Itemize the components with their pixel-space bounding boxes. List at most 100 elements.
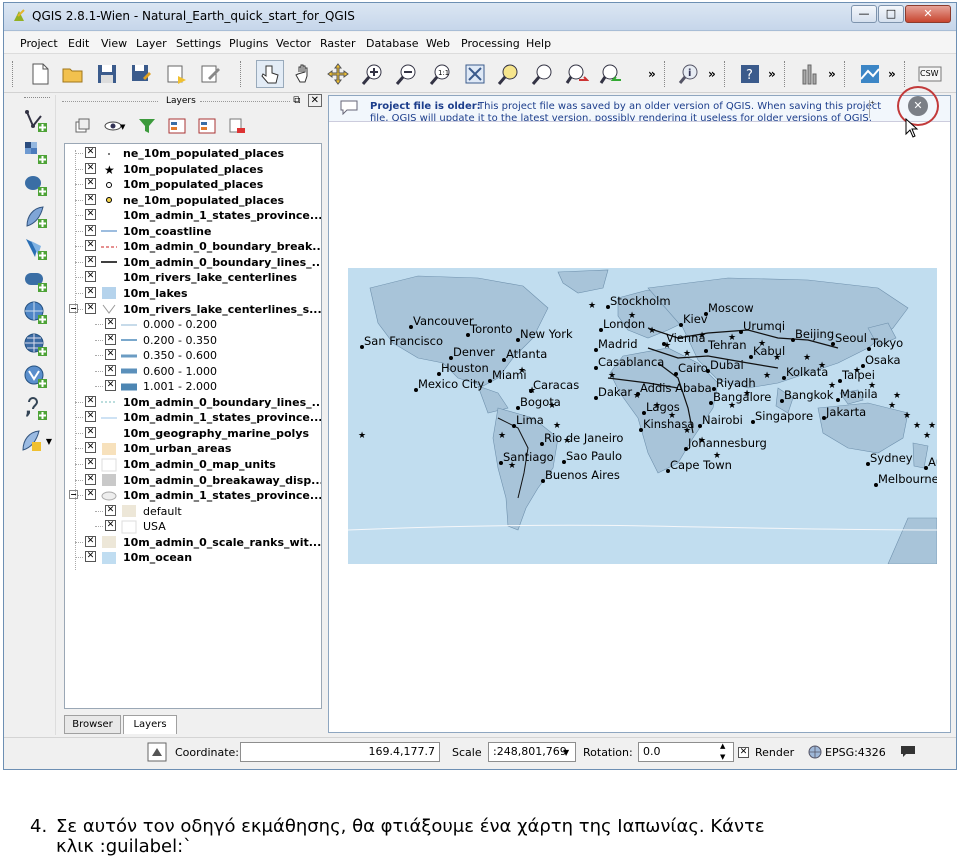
- zoom-full-icon[interactable]: [461, 60, 489, 88]
- crs-label[interactable]: EPSG:4326: [825, 746, 886, 759]
- layer-visibility-checkbox[interactable]: ✕: [85, 442, 96, 454]
- toolbar-grip[interactable]: [12, 61, 15, 87]
- layer-visibility-checkbox[interactable]: ✕: [85, 458, 96, 469]
- layer-row[interactable]: ✕ 10m_coastline: [65, 224, 321, 239]
- layer-row[interactable]: ✕ ne_10m_populated_places: [65, 146, 321, 161]
- legend-class-row[interactable]: ✕ 0.600 - 1.000: [65, 364, 321, 379]
- close-panel-button[interactable]: ✕: [307, 94, 322, 107]
- remove-layer-icon[interactable]: [228, 117, 246, 135]
- zoom-to-selection-icon[interactable]: [495, 60, 523, 88]
- menu-database[interactable]: Database: [366, 37, 419, 50]
- add-wfs-layer-icon[interactable]: [22, 363, 50, 391]
- touch-zoom-pan-icon[interactable]: [256, 60, 284, 88]
- composer-manager-icon[interactable]: [196, 60, 224, 88]
- layer-visibility-checkbox[interactable]: ✕: [85, 162, 96, 174]
- new-shapefile-layer-icon[interactable]: ▼: [16, 427, 56, 455]
- layer-visibility-checkbox[interactable]: ✕: [85, 224, 96, 236]
- add-oracle-layer-icon[interactable]: [22, 267, 50, 295]
- add-delimited-text-layer-icon[interactable]: ,: [22, 395, 50, 423]
- menu-project[interactable]: Project: [20, 37, 58, 50]
- layer-row[interactable]: − ✕ 10m_rivers_lake_centerlines_s...: [65, 302, 321, 317]
- messages-icon[interactable]: [900, 745, 916, 759]
- measure-icon[interactable]: [796, 60, 824, 88]
- csw-icon[interactable]: CSW: [916, 60, 944, 88]
- layer-visibility-checkbox[interactable]: ✕: [85, 395, 96, 407]
- toolbar-overflow-chevron[interactable]: »: [888, 67, 896, 81]
- layer-visibility-checkbox[interactable]: ✕: [85, 551, 96, 563]
- new-project-icon[interactable]: [26, 60, 54, 88]
- minimize-button[interactable]: —: [851, 5, 877, 23]
- tab-layers[interactable]: Layers: [123, 715, 177, 734]
- layer-visibility-checkbox[interactable]: ✕: [85, 473, 96, 485]
- help-icon[interactable]: ?: [736, 60, 764, 88]
- save-project-icon[interactable]: [93, 60, 121, 88]
- zoom-out-icon[interactable]: [393, 60, 421, 88]
- save-as-icon[interactable]: [127, 60, 155, 88]
- add-spatialite-layer-icon[interactable]: [22, 203, 50, 231]
- zoom-last-icon[interactable]: [563, 60, 591, 88]
- zoom-next-icon[interactable]: [597, 60, 625, 88]
- layer-visibility-checkbox[interactable]: ✕: [85, 426, 96, 438]
- add-raster-layer-icon[interactable]: [22, 139, 50, 167]
- layer-row[interactable]: ✕ 10m_admin_1_states_province...: [65, 410, 321, 425]
- identify-features-icon[interactable]: i: [676, 60, 704, 88]
- message-bar-menu[interactable]: ⁺: [869, 100, 883, 118]
- layer-row[interactable]: ✕ 10m_admin_0_map_units: [65, 457, 321, 472]
- filter-legend-icon[interactable]: [138, 117, 156, 135]
- layer-row[interactable]: ✕ 10m_rivers_lake_centerlines: [65, 270, 321, 285]
- georeferencer-icon[interactable]: [856, 60, 884, 88]
- layer-visibility-checkbox[interactable]: ✕: [105, 520, 116, 532]
- toolbar-overflow-chevron[interactable]: »: [768, 67, 776, 81]
- coordinate-field[interactable]: 169.4,177.7: [240, 742, 440, 762]
- menu-processing[interactable]: Processing: [461, 37, 520, 50]
- spin-up-icon[interactable]: ▲: [720, 742, 725, 750]
- toolbar-overflow-chevron[interactable]: »: [708, 67, 716, 81]
- layer-visibility-checkbox[interactable]: ✕: [105, 318, 116, 330]
- pan-to-selection-icon[interactable]: [324, 60, 352, 88]
- layer-row[interactable]: ✕ 10m_admin_0_boundary_lines_...: [65, 255, 321, 270]
- legend-class-row[interactable]: ✕ 0.200 - 0.350: [65, 333, 321, 348]
- layer-row[interactable]: ✕ ★ 10m_populated_places: [65, 162, 321, 177]
- open-project-icon[interactable]: [59, 60, 87, 88]
- layer-visibility-checkbox[interactable]: ✕: [105, 380, 116, 392]
- layer-row[interactable]: ✕ 10m_admin_0_scale_ranks_wit...: [65, 535, 321, 550]
- zoom-in-icon[interactable]: [359, 60, 387, 88]
- map-canvas[interactable]: Project file is older: This project file…: [328, 95, 951, 733]
- layer-visibility-checkbox[interactable]: ✕: [105, 504, 116, 516]
- layer-visibility-checkbox[interactable]: ✕: [85, 271, 96, 283]
- collapse-all-icon[interactable]: [198, 117, 216, 135]
- menu-settings[interactable]: Settings: [176, 37, 221, 50]
- toolbar-grip[interactable]: [784, 61, 787, 87]
- add-postgis-layer-icon[interactable]: [22, 171, 50, 199]
- legend-class-row[interactable]: ✕ 1.001 - 2.000: [65, 379, 321, 394]
- add-vector-layer-icon[interactable]: [22, 107, 50, 135]
- tab-browser[interactable]: Browser: [64, 715, 121, 734]
- chevron-down-icon[interactable]: ▼: [563, 748, 569, 757]
- close-window-button[interactable]: ✕: [905, 5, 951, 23]
- toolbar-grip[interactable]: [724, 61, 727, 87]
- toolbar-grip[interactable]: [904, 61, 907, 87]
- layer-row[interactable]: ✕ 10m_admin_1_states_province...: [65, 208, 321, 223]
- legend-class-row[interactable]: ✕ USA: [65, 519, 321, 534]
- new-print-composer-icon[interactable]: [162, 60, 190, 88]
- layer-visibility-checkbox[interactable]: ✕: [85, 209, 96, 221]
- legend-class-row[interactable]: ✕ 0.000 - 0.200: [65, 317, 321, 332]
- menu-layer[interactable]: Layer: [136, 37, 167, 50]
- zoom-native-icon[interactable]: 1:1: [427, 60, 455, 88]
- menu-vector[interactable]: Vector: [276, 37, 311, 50]
- maximize-button[interactable]: □: [878, 5, 904, 23]
- toolbar-overflow-chevron[interactable]: »: [828, 67, 836, 81]
- layer-visibility-checkbox[interactable]: ✕: [105, 364, 116, 376]
- toggle-extents-icon[interactable]: [147, 742, 167, 762]
- zoom-to-layer-icon[interactable]: [529, 60, 557, 88]
- layer-visibility-checkbox[interactable]: ✕: [85, 240, 96, 252]
- menu-view[interactable]: View: [101, 37, 127, 50]
- layer-visibility-checkbox[interactable]: ✕: [85, 147, 96, 158]
- menu-web[interactable]: Web: [426, 37, 450, 50]
- layer-visibility-checkbox[interactable]: ✕: [85, 286, 96, 298]
- layer-row[interactable]: ✕ 10m_admin_0_boundary_break...: [65, 239, 321, 254]
- layer-row[interactable]: ✕ 10m_urban_areas: [65, 441, 321, 456]
- menu-edit[interactable]: Edit: [68, 37, 89, 50]
- add-wms-layer-icon[interactable]: [22, 299, 50, 327]
- layer-visibility-checkbox[interactable]: ✕: [85, 302, 96, 314]
